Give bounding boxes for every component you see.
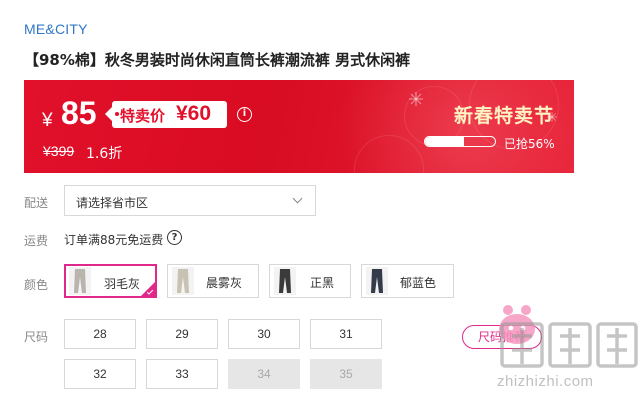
pants-icon <box>371 269 383 293</box>
size-option[interactable]: 30 <box>228 319 300 349</box>
sale-price-tag: 特卖价 ¥60 <box>105 101 227 128</box>
price-currency: ¥ <box>42 110 53 131</box>
sale-price-value: ¥60 <box>176 102 212 125</box>
size-option[interactable]: 31 <box>310 319 382 349</box>
watermark-text: zhizhizhi.com <box>497 373 594 390</box>
tag-notch <box>105 107 112 121</box>
chevron-down-icon <box>292 193 303 204</box>
sold-progress-fill <box>425 137 465 146</box>
sale-price-label: 特卖价 <box>120 107 166 125</box>
pants-icon <box>177 269 189 293</box>
question-circle-icon[interactable]: ? <box>167 230 182 245</box>
pants-icon <box>74 269 86 293</box>
color-option-label: 正黑 <box>310 276 335 290</box>
sold-progress-text: 已抢56% <box>504 137 555 151</box>
event-title: 新春特卖节 <box>454 105 555 127</box>
color-thumbnail <box>274 267 296 295</box>
color-option-feather-gray[interactable]: 羽毛灰 <box>64 264 157 298</box>
watermark-logo <box>500 322 638 368</box>
shipping-text: 订单满88元免运费 <box>64 233 164 247</box>
color-option-navy[interactable]: 郁蓝色 <box>361 264 454 298</box>
price-banner: ¥ 85 特卖价 ¥60 i ¥399 1.6折 新春特卖节 已抢56% <box>24 80 574 173</box>
size-option-disabled: 34 <box>228 359 300 389</box>
current-price: 85 <box>61 95 97 131</box>
shipping-label: 运费 <box>24 234 49 248</box>
size-option[interactable]: 29 <box>146 319 218 349</box>
color-thumbnail <box>172 267 194 295</box>
snowflake-icon <box>409 92 423 106</box>
size-label: 尺码 <box>24 330 49 344</box>
region-select[interactable]: 请选择省市区 <box>64 185 316 216</box>
color-label: 颜色 <box>24 278 49 292</box>
tag-dot <box>115 112 119 116</box>
discount-label: 1.6折 <box>86 146 123 162</box>
brand-name[interactable]: ME&CITY <box>24 21 88 37</box>
pants-icon <box>279 269 291 293</box>
size-option[interactable]: 32 <box>64 359 136 389</box>
color-option-label: 郁蓝色 <box>400 276 437 290</box>
color-option-label: 晨雾灰 <box>206 276 243 290</box>
region-select-value: 请选择省市区 <box>76 196 149 210</box>
color-thumbnail <box>69 267 91 295</box>
size-option-disabled: 35 <box>310 359 382 389</box>
color-option-black[interactable]: 正黑 <box>269 264 351 298</box>
delivery-label: 配送 <box>24 196 49 210</box>
original-price: ¥399 <box>43 143 75 159</box>
product-title: 【98%棉】秋冬男装时尚休闲直筒长裤潮流裤 男式休闲裤 <box>24 51 411 69</box>
color-option-mist-gray[interactable]: 晨雾灰 <box>167 264 259 298</box>
info-icon[interactable]: i <box>237 107 252 122</box>
size-option[interactable]: 28 <box>64 319 136 349</box>
sold-progress-bar <box>424 136 496 147</box>
color-thumbnail <box>366 267 388 295</box>
size-option[interactable]: 33 <box>146 359 218 389</box>
color-option-label: 羽毛灰 <box>104 277 141 291</box>
